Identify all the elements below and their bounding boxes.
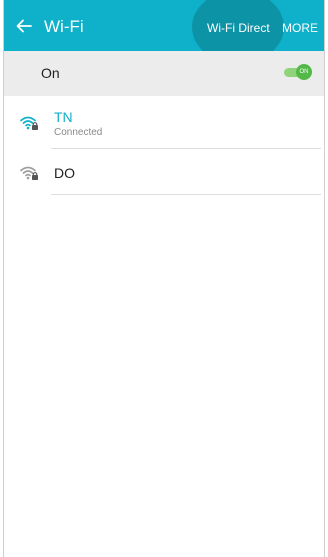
wifi-secured-icon <box>20 163 40 183</box>
network-status: Connected <box>54 127 103 138</box>
network-item-do[interactable]: DO <box>4 149 324 195</box>
app-bar: Wi-Fi Wi-Fi Direct MORE <box>4 0 324 51</box>
page-title: Wi-Fi <box>44 17 84 36</box>
wifi-secured-icon <box>20 113 40 133</box>
wifi-direct-button[interactable]: Wi-Fi Direct <box>207 21 270 35</box>
network-name: DO <box>54 165 75 181</box>
divider <box>51 194 321 195</box>
back-arrow-icon[interactable] <box>14 16 34 36</box>
wifi-toggle-switch[interactable]: ON <box>282 64 312 80</box>
more-button[interactable]: MORE <box>282 21 318 35</box>
wifi-state-label: On <box>41 65 60 81</box>
network-name: TN <box>54 109 73 125</box>
wifi-toggle-row[interactable]: On ON <box>4 51 324 96</box>
wifi-settings-screen: Wi-Fi Wi-Fi Direct MORE On ON TN Connect… <box>3 0 325 557</box>
toggle-thumb: ON <box>296 64 312 80</box>
network-item-tn[interactable]: TN Connected <box>4 96 324 149</box>
